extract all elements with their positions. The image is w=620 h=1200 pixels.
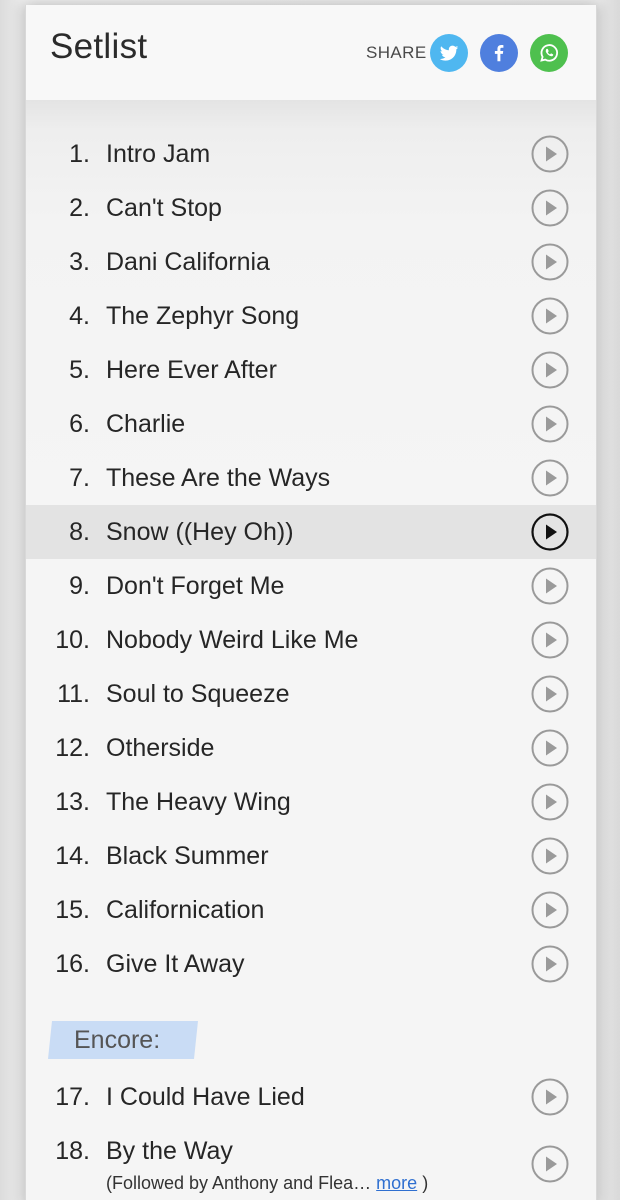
song-number: 13. <box>55 788 90 816</box>
song-number: 14. <box>55 842 90 870</box>
song-number: 18. <box>55 1137 90 1165</box>
song-number: 7. <box>69 464 90 492</box>
song-number: 9. <box>69 572 90 600</box>
twitter-share-button[interactable] <box>430 34 468 72</box>
song-title: Don't Forget Me <box>106 572 285 600</box>
song-title: The Zephyr Song <box>106 302 300 330</box>
song-title: By the Way <box>106 1137 233 1165</box>
play-icon[interactable] <box>531 567 569 605</box>
song-row[interactable]: 7. These Are the Ways <box>26 451 596 505</box>
song-row-active[interactable]: 8. Snow ((Hey Oh)) <box>26 505 596 559</box>
song-title: These Are the Ways <box>106 464 331 492</box>
song-title: Soul to Squeeze <box>106 680 290 708</box>
song-title: I Could Have Lied <box>106 1083 305 1111</box>
song-title: Californication <box>106 896 265 924</box>
facebook-icon <box>494 45 504 62</box>
song-number: 3. <box>69 248 90 276</box>
song-title: Nobody Weird Like Me <box>106 626 359 654</box>
song-number: 16. <box>55 950 90 978</box>
song-title: The Heavy Wing <box>106 788 291 816</box>
song-row[interactable]: 3. Dani California <box>26 235 596 289</box>
play-icon[interactable] <box>531 405 569 443</box>
song-number: 11. <box>57 680 90 708</box>
song-row[interactable]: 11. Soul to Squeeze <box>26 667 596 721</box>
song-row[interactable]: 15. Californication <box>26 883 596 937</box>
play-icon[interactable] <box>531 945 569 983</box>
song-row[interactable]: 12. Otherside <box>26 721 596 775</box>
play-icon[interactable] <box>531 675 569 713</box>
whatsapp-share-button[interactable] <box>530 34 568 72</box>
song-row[interactable]: 13. The Heavy Wing <box>26 775 596 829</box>
page: Setlist SHARE 1. Intro Jam 2. Can't Stop… <box>0 0 620 1200</box>
song-title: Intro Jam <box>106 140 211 168</box>
play-icon[interactable] <box>531 459 569 497</box>
play-icon[interactable] <box>531 621 569 659</box>
song-title: Charlie <box>106 410 186 438</box>
song-title: Here Ever After <box>106 356 277 384</box>
song-number: 1. <box>69 140 90 168</box>
whatsapp-icon <box>540 44 558 62</box>
encore-note-text: (Followed by Anthony and Flea… <box>106 1173 372 1193</box>
play-icon[interactable] <box>531 783 569 821</box>
song-row[interactable]: 14. Black Summer <box>26 829 596 883</box>
play-icon[interactable] <box>531 243 569 281</box>
song-row[interactable]: 4. The Zephyr Song <box>26 289 596 343</box>
song-number: 8. <box>69 518 90 546</box>
setlist-card: Setlist SHARE 1. Intro Jam 2. Can't Stop… <box>25 5 597 1200</box>
play-icon[interactable] <box>531 135 569 173</box>
play-icon[interactable] <box>531 729 569 767</box>
more-link[interactable]: more <box>376 1173 417 1193</box>
song-number: 6. <box>69 410 90 438</box>
song-number: 17. <box>55 1083 90 1111</box>
song-number: 12. <box>55 734 90 762</box>
song-title: Snow ((Hey Oh)) <box>106 518 294 546</box>
setlist-header: Setlist SHARE <box>26 5 596 100</box>
page-title: Setlist <box>50 27 148 66</box>
song-row[interactable]: 2. Can't Stop <box>26 181 596 235</box>
song-row[interactable]: 1. Intro Jam <box>26 127 596 181</box>
play-icon[interactable] <box>531 1078 569 1116</box>
song-title: Dani California <box>106 248 270 276</box>
song-row[interactable]: 6. Charlie <box>26 397 596 451</box>
song-title: Give It Away <box>106 950 245 978</box>
song-number: 4. <box>69 302 90 330</box>
song-row[interactable]: 9. Don't Forget Me <box>26 559 596 613</box>
song-number: 10. <box>55 626 90 654</box>
share-label: SHARE <box>366 43 427 62</box>
play-icon[interactable] <box>531 189 569 227</box>
song-number: 2. <box>69 194 90 222</box>
encore-label: Encore: <box>74 1026 161 1054</box>
song-row[interactable]: 10. Nobody Weird Like Me <box>26 613 596 667</box>
song-row[interactable]: 16. Give It Away <box>26 937 596 991</box>
play-icon[interactable] <box>531 837 569 875</box>
encore-song-row[interactable]: 17. I Could Have Lied <box>26 1070 596 1124</box>
play-icon[interactable] <box>531 297 569 335</box>
play-icon[interactable] <box>531 891 569 929</box>
play-icon[interactable] <box>531 513 569 551</box>
play-icon[interactable] <box>531 1145 569 1183</box>
play-icon[interactable] <box>531 351 569 389</box>
encore-note: (Followed by Anthony and Flea… more ) <box>106 1173 428 1194</box>
song-row[interactable]: 5. Here Ever After <box>26 343 596 397</box>
song-title: Black Summer <box>106 842 269 870</box>
song-title: Can't Stop <box>106 194 222 222</box>
twitter-icon <box>439 45 459 61</box>
song-title: Otherside <box>106 734 215 762</box>
facebook-share-button[interactable] <box>480 34 518 72</box>
song-number: 15. <box>55 896 90 924</box>
song-number: 5. <box>69 356 90 384</box>
encore-note-close: ) <box>422 1173 429 1193</box>
